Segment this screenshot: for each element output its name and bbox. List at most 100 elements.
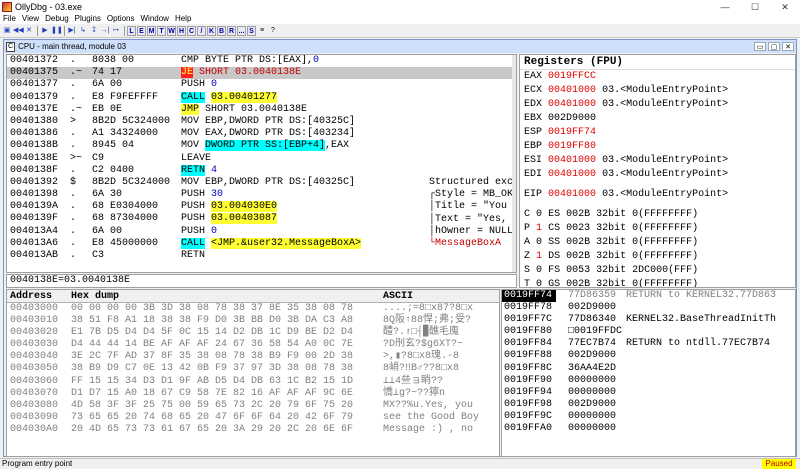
disasm-row[interactable]: 00401375 .~ 74 17 JE SHORT 03.0040138E xyxy=(7,67,516,80)
register-edi[interactable]: EDI 00401000 03.<ModuleEntryPoint> xyxy=(520,168,795,182)
run-icon[interactable]: ▶ xyxy=(40,26,50,36)
menu-plugins[interactable]: Plugins xyxy=(72,13,104,24)
pause-icon[interactable]: ❚❚ xyxy=(51,26,63,36)
disasm-row[interactable]: 00401380 >8B2D 5C324000 MOV EBP,DWORD PTR … xyxy=(7,116,516,128)
dump-row[interactable]: 00403080 4D 58 3F 3F 25 75 00 59 65 73 2C… xyxy=(7,400,499,412)
window-button-w[interactable]: W xyxy=(167,25,176,36)
step-over-icon[interactable]: ↳ xyxy=(78,26,88,36)
disasm-row[interactable]: 00401372. 8038 00 CMP BYTE PTR DS:[EAX],0 xyxy=(7,55,516,67)
window-button-slash[interactable]: / xyxy=(197,25,206,36)
dump-row[interactable]: 00403010 38 51 F8 A1 18 38 38 F9 D0 3B BB… xyxy=(7,315,499,327)
stack-row[interactable]: 0019FF8C 36AA4E2D xyxy=(502,363,795,375)
stack-row[interactable]: 0019FF98 002D9000 xyxy=(502,399,795,411)
dump-row[interactable]: 00403030 D4 44 44 14 BE AF AF AF 24 67 36… xyxy=(7,339,499,351)
dump-row[interactable]: 00403070 D1 D7 15 A0 18 67 C9 58 7E 82 16… xyxy=(7,388,499,400)
disasm-row[interactable]: 00401377. 6A 00 PUSH 0 xyxy=(7,79,516,91)
execute-till-return-icon[interactable]: ↦ xyxy=(111,26,121,36)
dump-row[interactable]: 00403020 E1 7B D5 D4 D4 5F 0C 15 14 D2 DB… xyxy=(7,327,499,339)
register-value[interactable]: 0019FF80 xyxy=(548,141,596,152)
window-button-e[interactable]: E xyxy=(137,25,146,36)
window-button-dots[interactable]: ... xyxy=(237,25,246,36)
window-button-b[interactable]: B xyxy=(217,25,226,36)
open-icon[interactable]: ▣ xyxy=(2,26,12,36)
flag-row-t[interactable]: T 0 GS 002B 32bit 0(FFFFFFFF) xyxy=(520,278,795,287)
window-button-h[interactable]: H xyxy=(177,25,186,36)
dump-row[interactable]: 00403090 73 65 65 20 74 68 65 20 47 6F 6F… xyxy=(7,412,499,424)
menu-help[interactable]: Help xyxy=(172,13,194,24)
menu-options[interactable]: Options xyxy=(104,13,138,24)
dump-row[interactable]: 004030A0 20 4D 65 73 73 61 67 65 20 3A 29… xyxy=(7,424,499,436)
register-value[interactable]: 0019FF74 xyxy=(548,127,596,138)
stack-row[interactable]: 0019FFA0 00000000 xyxy=(502,423,795,435)
cpu-close-button[interactable]: ✕ xyxy=(782,42,794,51)
menu-window[interactable]: Window xyxy=(138,13,172,24)
trace-over-icon[interactable]: →| xyxy=(100,26,110,36)
dump-col-hex[interactable]: Hex dump xyxy=(71,290,119,303)
disassembly-scrollbar[interactable] xyxy=(512,55,516,272)
disasm-row[interactable]: 0040137E .~ EB 0E JMP SHORT 03.0040138E xyxy=(7,103,516,116)
stack-row[interactable]: 0019FF78 002D9000 xyxy=(502,302,795,314)
flag-row-c[interactable]: C 0 ES 002B 32bit 0(FFFFFFFF) xyxy=(520,208,795,222)
flag-row-a[interactable]: A 0 SS 002B 32bit 0(FFFFFFFF) xyxy=(520,236,795,250)
register-value[interactable]: 0019FFCC xyxy=(548,71,596,82)
trace-into-icon[interactable]: ↧ xyxy=(89,26,99,36)
register-value[interactable]: 00401000 xyxy=(548,85,596,96)
register-value[interactable]: 002D9000 xyxy=(548,113,596,124)
dump-col-address[interactable]: Address xyxy=(10,290,52,303)
stack-row[interactable]: 0019FF9C 00000000 xyxy=(502,411,795,423)
close-program-icon[interactable]: ✕ xyxy=(24,26,34,36)
stack-row[interactable]: 0019FF90 00000000 xyxy=(502,375,795,387)
disassembly-pane[interactable]: 00401372. 8038 00 CMP BYTE PTR DS:[EAX],0 0… xyxy=(6,54,517,273)
stack-row[interactable]: 0019FF94 00000000 xyxy=(502,387,795,399)
options-icon[interactable]: ≡ xyxy=(257,26,267,36)
step-into-icon[interactable]: ▶| xyxy=(67,26,77,36)
menu-debug[interactable]: Debug xyxy=(42,13,72,24)
dump-row[interactable]: 00403050 38 B9 D9 C7 0E 13 42 0B F9 37 97… xyxy=(7,363,499,375)
dump-row[interactable]: 00403000 00 00 00 00 3B 3D 38 08 78 38 37… xyxy=(7,303,499,315)
disasm-row[interactable]: 00401379. E8 F9FEFFFF CALL 03.00401277 xyxy=(7,91,516,104)
register-value[interactable]: 00401000 xyxy=(548,155,596,166)
register-ebx[interactable]: EBX 002D9000 xyxy=(520,112,795,126)
close-button[interactable]: ✕ xyxy=(770,1,800,13)
window-button-k[interactable]: K xyxy=(207,25,216,36)
register-eax[interactable]: EAX 0019FFCC xyxy=(520,70,795,84)
cpu-minimize-button[interactable]: ▭ xyxy=(754,42,766,51)
window-button-r[interactable]: R xyxy=(227,25,236,36)
window-button-t[interactable]: T xyxy=(157,25,166,36)
cpu-maximize-button[interactable]: ▢ xyxy=(768,42,780,51)
register-value[interactable]: 00401000 xyxy=(548,99,596,110)
stack-row[interactable]: 0019FF88 002D9000 xyxy=(502,350,795,362)
disasm-row[interactable]: 0040138F. C2 0400 RETN 4 xyxy=(7,164,516,177)
maximize-button[interactable]: ☐ xyxy=(740,1,770,13)
hex-dump-pane[interactable]: Address Hex dump ASCII 00403000 00 00 00 … xyxy=(6,289,500,457)
disasm-row[interactable]: 0040138E >~ C9 LEAVE xyxy=(7,153,516,165)
flag-row-z[interactable]: Z 1 DS 002B 32bit 0(FFFFFFFF) xyxy=(520,250,795,264)
stack-row[interactable]: 0019FF84 77EC7B74 RETURN to ntdll.77EC7B74 xyxy=(502,338,795,350)
flag-row-p[interactable]: P 1 CS 0023 32bit 0(FFFFFFFF) xyxy=(520,222,795,236)
menu-file[interactable]: File xyxy=(0,13,19,24)
window-button-s[interactable]: S xyxy=(247,25,256,36)
restart-icon[interactable]: ◀◀ xyxy=(13,26,24,36)
register-ebp[interactable]: EBP 0019FF80 xyxy=(520,140,795,154)
minimize-button[interactable]: — xyxy=(710,1,740,13)
stack-pane[interactable]: 0019FF74 77D86359 RETURN to KERNEL32.77D86… xyxy=(501,289,796,457)
window-button-c[interactable]: C xyxy=(187,25,196,36)
registers-pane[interactable]: Registers (FPU) EAX 0019FFCC ECX 0040100… xyxy=(519,54,796,288)
register-value[interactable]: 00401000 xyxy=(548,169,596,180)
register-esp[interactable]: ESP 0019FF74 xyxy=(520,126,795,140)
dump-col-ascii[interactable]: ASCII xyxy=(383,290,413,303)
register-ecx[interactable]: ECX 00401000 03.<ModuleEntryPoint> xyxy=(520,84,795,98)
register-edx[interactable]: EDX 00401000 03.<ModuleEntryPoint> xyxy=(520,98,795,112)
register-eip[interactable]: EIP 00401000 03.<ModuleEntryPoint> xyxy=(520,188,795,202)
disasm-row[interactable]: 00401386. A1 34324000 MOV EAX,DWORD PTR DS… xyxy=(7,128,516,140)
stack-row[interactable]: 0019FF80 □0019FFDC xyxy=(502,326,795,338)
stack-row[interactable]: 0019FF7C 77D86340 KERNEL32.BaseThreadInitT… xyxy=(502,314,795,326)
flag-row-s[interactable]: S 0 FS 0053 32bit 2DC000(FFF) xyxy=(520,264,795,278)
menu-view[interactable]: View xyxy=(19,13,42,24)
stack-row[interactable]: 0019FF74 77D86359 RETURN to KERNEL32.77D86… xyxy=(502,290,795,303)
disasm-row[interactable]: 0040138B. 8945 04 MOV DWORD PTR SS:[EBP+4]… xyxy=(7,140,516,152)
register-value[interactable]: 00401000 xyxy=(548,189,596,200)
disasm-row[interactable]: 004013AB. C3 RETN xyxy=(7,250,516,262)
register-esi[interactable]: ESI 00401000 03.<ModuleEntryPoint> xyxy=(520,154,795,168)
window-button-l[interactable]: L xyxy=(127,25,136,36)
